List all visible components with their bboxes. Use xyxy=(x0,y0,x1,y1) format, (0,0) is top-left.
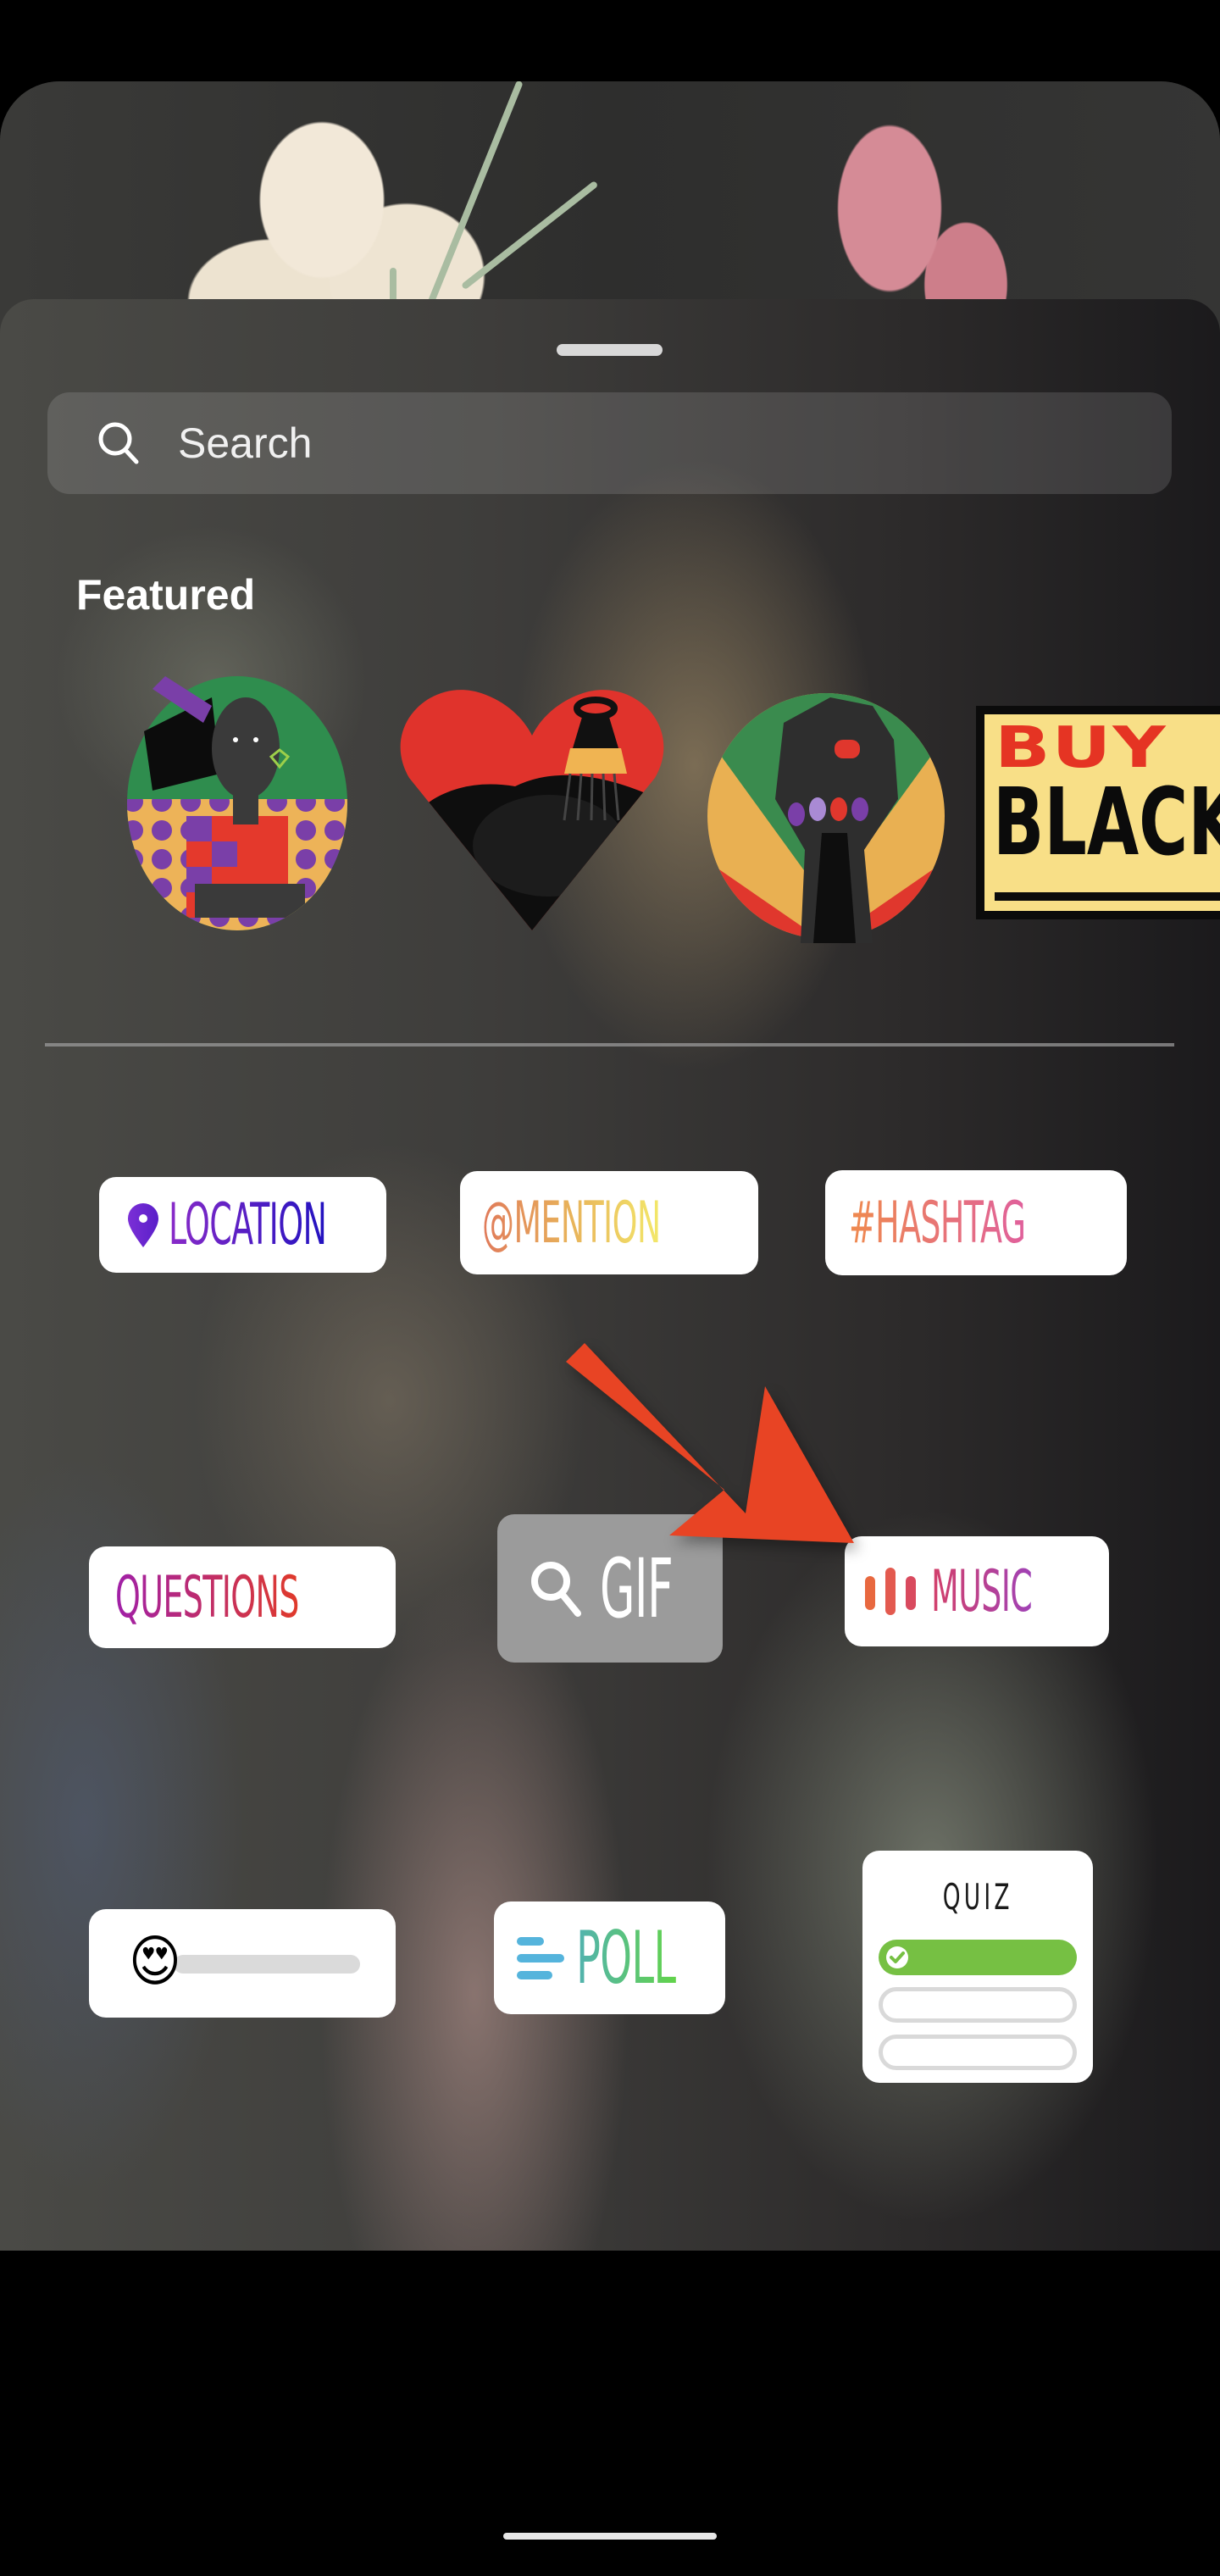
buy-black-sticker[interactable]: BUY BLACK xyxy=(976,706,1220,919)
raised-fist-sticker[interactable] xyxy=(703,663,949,952)
questions-label: QUESTIONS xyxy=(115,1563,299,1631)
quiz-option-correct xyxy=(879,1940,1077,1975)
couple-illustration-sticker[interactable] xyxy=(119,672,356,935)
featured-heading: Featured xyxy=(76,571,256,619)
heart-afro-pick-sticker[interactable] xyxy=(396,676,668,939)
gif-label: GIF xyxy=(600,1541,674,1636)
mention-label: @MENTION xyxy=(482,1189,661,1257)
search-bar[interactable] xyxy=(47,392,1172,494)
buy-black-underline xyxy=(995,892,1220,901)
featured-stickers-row: BUY BLACK xyxy=(0,672,1220,969)
check-circle-icon xyxy=(886,1946,908,1968)
music-sticker[interactable]: MUSIC xyxy=(845,1536,1109,1646)
poll-lines-icon xyxy=(516,1936,564,1979)
music-label: MUSIC xyxy=(930,1557,1033,1625)
drag-handle[interactable] xyxy=(557,344,663,356)
emoji-slider-sticker[interactable]: 😍 xyxy=(89,1909,396,2018)
location-sticker[interactable]: LOCATION xyxy=(99,1177,386,1273)
hashtag-sticker[interactable]: #HASHTAG xyxy=(825,1170,1127,1275)
poll-label: POLL xyxy=(575,1915,676,2001)
quiz-option xyxy=(879,1987,1077,2023)
slider-track xyxy=(174,1955,360,1974)
questions-sticker[interactable]: QUESTIONS xyxy=(89,1546,396,1648)
location-label: LOCATION xyxy=(168,1191,327,1258)
hashtag-label: #HASHTAG xyxy=(849,1189,1026,1257)
quiz-title: QUIZ xyxy=(942,1876,1013,1918)
gif-sticker[interactable]: GIF xyxy=(497,1514,723,1663)
heart-eyes-emoji[interactable]: 😍 xyxy=(123,1928,187,1996)
location-pin-icon xyxy=(127,1202,158,1247)
buy-black-line2: BLACK xyxy=(993,768,1220,876)
gesture-nav-bar[interactable] xyxy=(503,2533,717,2540)
quiz-sticker[interactable]: QUIZ xyxy=(862,1851,1093,2083)
search-input[interactable] xyxy=(178,419,1110,468)
search-icon xyxy=(98,422,139,464)
mention-sticker[interactable]: @MENTION xyxy=(460,1171,758,1274)
search-icon xyxy=(531,1561,581,1617)
quiz-option xyxy=(879,2035,1077,2070)
audio-bars-icon xyxy=(864,1568,916,1615)
sticker-tray: Featured xyxy=(0,299,1220,2251)
section-divider xyxy=(45,1043,1174,1046)
poll-sticker[interactable]: POLL xyxy=(494,1901,725,2014)
